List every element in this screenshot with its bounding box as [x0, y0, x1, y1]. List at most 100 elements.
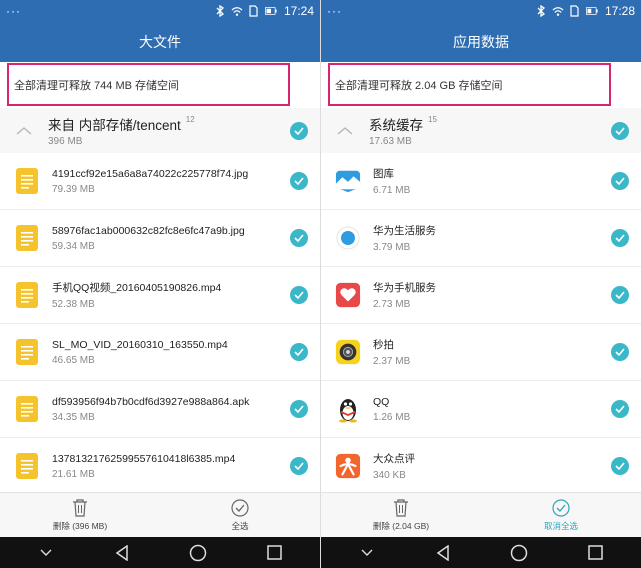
item-name: df593956f94b7b0cdf6d3927e988a864.apk	[52, 395, 250, 408]
app-list: 图库 6.71 MB 华为生活服务 3.79 MB 华为手机服务 2.73 MB 秒拍…	[321, 153, 641, 495]
list-item[interactable]: QQ 1.26 MB	[321, 381, 641, 438]
list-item[interactable]: 4191ccf92e15a6a8a74022c225778f74.jpg 79.3…	[0, 153, 320, 210]
check-icon[interactable]	[611, 286, 629, 304]
group-size: 396 MB	[48, 136, 83, 147]
document-icon	[14, 394, 40, 424]
item-name: 图库	[373, 168, 394, 180]
item-name: QQ	[373, 395, 390, 408]
list-item[interactable]: 秒拍 2.37 MB	[321, 324, 641, 381]
chevron-up-icon[interactable]	[14, 121, 34, 141]
recents-icon[interactable]	[583, 541, 607, 565]
large-files-screen: ··· 17:24 大文件 全部清理可释放 744 MB 存储空间 来自 内部存…	[0, 0, 320, 568]
list-item[interactable]: SL_MO_VID_20160310_163550.mp4 46.65 MB	[0, 324, 320, 381]
status-dots: ···	[6, 4, 21, 18]
check-icon[interactable]	[611, 400, 629, 418]
delete-label: 删除 (2.04 GB)	[372, 520, 430, 531]
list-item[interactable]: 华为生活服务 3.79 MB	[321, 210, 641, 267]
check-icon[interactable]	[290, 229, 308, 247]
check-icon[interactable]	[611, 172, 629, 190]
status-bar: ··· 17:28	[321, 0, 641, 22]
delete-button[interactable]: 删除 (396 MB)	[0, 493, 160, 537]
list-item[interactable]: 华为手机服务 2.73 MB	[321, 267, 641, 324]
group-title: 系统缓存	[369, 118, 423, 133]
select-label: 全选	[231, 520, 249, 531]
item-size: 2.73 MB	[373, 299, 411, 310]
back-icon[interactable]	[431, 541, 455, 565]
home-icon[interactable]	[186, 541, 210, 565]
check-icon[interactable]	[290, 172, 308, 190]
item-size: 3.79 MB	[373, 242, 411, 253]
item-name: 秒拍	[373, 339, 394, 351]
battery-icon	[585, 5, 598, 17]
bottom-action-bar: 删除 (396 MB) 全选	[0, 492, 320, 537]
bottom-action-bar: 删除 (2.04 GB) 取消全选	[321, 492, 641, 537]
wifi-icon	[552, 5, 564, 17]
group-check-icon[interactable]	[290, 121, 308, 140]
check-icon[interactable]	[290, 400, 308, 418]
list-item[interactable]: 图库 6.71 MB	[321, 153, 641, 210]
check-icon[interactable]	[611, 229, 629, 247]
item-size: 59.34 MB	[52, 240, 95, 252]
group-count: 12	[185, 115, 195, 124]
item-name: 手机QQ视频_20160405190826.mp4	[52, 282, 222, 294]
deselect-all-button[interactable]: 取消全选	[481, 493, 641, 537]
huawei-life-icon	[335, 223, 361, 253]
check-icon[interactable]	[611, 457, 629, 475]
huawei-service-heart-icon	[335, 280, 361, 310]
status-dots: ···	[327, 4, 342, 18]
check-icon[interactable]	[290, 343, 308, 361]
chevron-up-icon[interactable]	[335, 121, 355, 141]
back-icon[interactable]	[110, 541, 134, 565]
item-size: 340 KB	[373, 470, 406, 481]
select-label: 取消全选	[543, 520, 578, 531]
system-nav-bar	[0, 537, 320, 568]
group-count: 15	[428, 115, 437, 124]
sim-icon	[569, 5, 581, 17]
list-item[interactable]: 手机QQ视频_20160405190826.mp4 52.38 MB	[0, 267, 320, 324]
item-size: 79.39 MB	[52, 183, 95, 195]
select-all-button[interactable]: 全选	[160, 493, 320, 537]
list-item[interactable]: df593956f94b7b0cdf6d3927e988a864.apk 34.3…	[0, 381, 320, 438]
check-icon[interactable]	[290, 457, 308, 475]
document-icon	[14, 166, 40, 196]
item-size: 1.26 MB	[373, 411, 411, 423]
check-icon[interactable]	[290, 286, 308, 304]
item-name: 华为生活服务	[373, 225, 436, 237]
item-size: 34.35 MB	[52, 411, 95, 423]
item-size: 21.61 MB	[52, 468, 95, 480]
check-icon[interactable]	[611, 343, 629, 361]
delete-button[interactable]: 删除 (2.04 GB)	[321, 493, 481, 537]
list-item[interactable]: 13781321762599557610418l6385.mp4 21.61 MB	[0, 438, 320, 495]
document-icon	[14, 223, 40, 253]
item-name: 大众点评	[373, 453, 415, 465]
miaopai-camera-icon	[335, 337, 361, 367]
delete-label: 删除 (396 MB)	[52, 520, 108, 531]
item-name: 4191ccf92e15a6a8a74022c225778f74.jpg	[52, 167, 249, 180]
list-item[interactable]: 58976fac1ab000632c82fc8e6fc47a9b.jpg 59.3…	[0, 210, 320, 267]
home-icon[interactable]	[507, 541, 531, 565]
item-size: 6.71 MB	[373, 185, 411, 196]
group-header[interactable]: 系统缓存 15 17.63 MB	[321, 108, 641, 153]
document-icon	[14, 451, 40, 481]
status-time: 17:28	[604, 4, 635, 18]
status-time: 17:24	[283, 4, 314, 18]
gallery-icon	[335, 166, 361, 196]
sim-icon	[248, 5, 260, 17]
bluetooth-icon	[535, 5, 547, 17]
battery-icon	[264, 5, 277, 17]
status-bar: ··· 17:24	[0, 0, 320, 22]
chevron-down-icon[interactable]	[355, 541, 379, 565]
recents-icon[interactable]	[262, 541, 286, 565]
group-check-icon[interactable]	[611, 121, 629, 140]
check-circle-icon	[231, 498, 249, 517]
item-size: 46.65 MB	[52, 354, 95, 366]
list-item[interactable]: 大众点评 340 KB	[321, 438, 641, 495]
item-name: SL_MO_VID_20160310_163550.mp4	[52, 338, 228, 351]
page-title: 大文件	[0, 22, 320, 62]
group-header[interactable]: 来自 内部存储/tencent 12 396 MB	[0, 108, 320, 153]
item-size: 52.38 MB	[52, 299, 95, 310]
group-title: 来自 内部存储/tencent	[48, 118, 181, 133]
highlight-box	[328, 63, 611, 106]
qq-penguin-icon	[335, 394, 361, 424]
chevron-down-icon[interactable]	[34, 541, 58, 565]
